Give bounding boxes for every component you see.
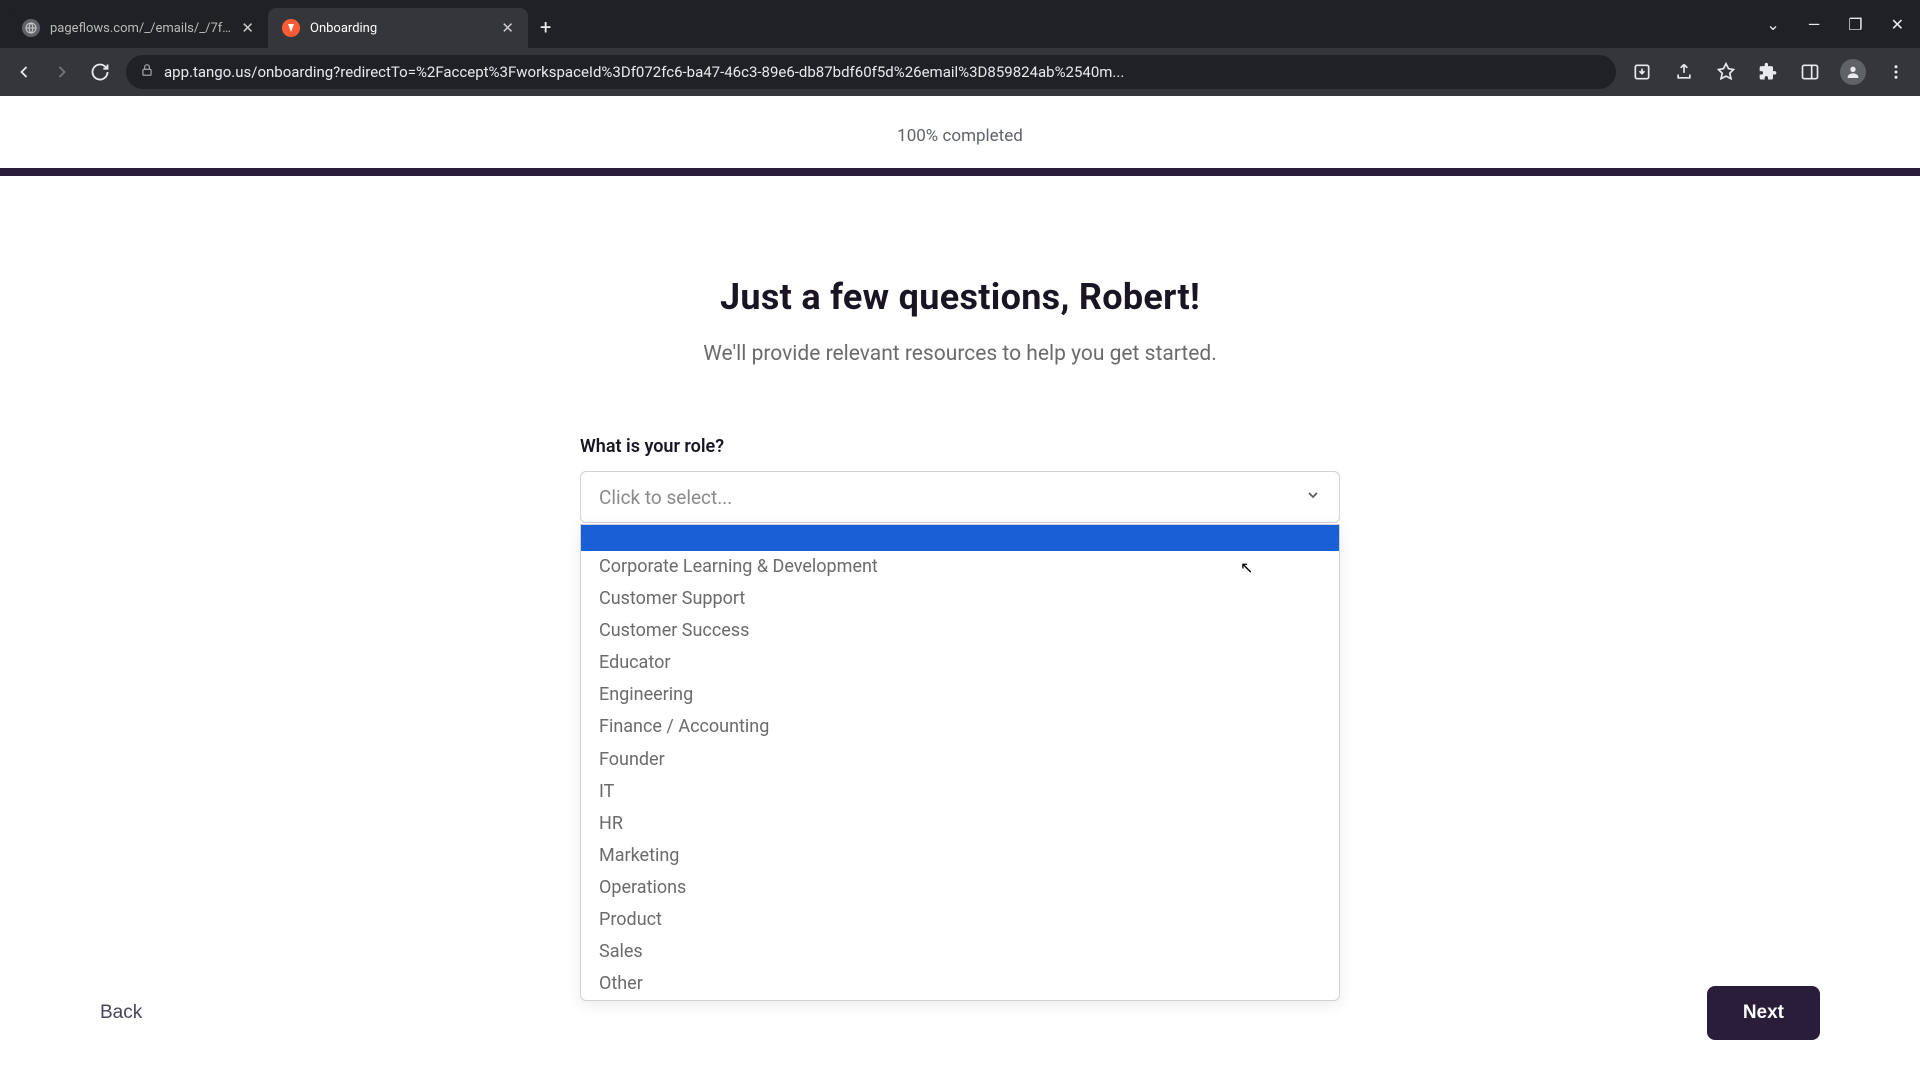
url-text: app.tango.us/onboarding?redirectTo=%2Fac… <box>164 63 1602 81</box>
tab-title: pageflows.com/_/emails/_/7fb5d <box>50 21 231 36</box>
browser-tab-strip: pageflows.com/_/emails/_/7fb5d ✕ Onboard… <box>0 0 1920 48</box>
role-option[interactable]: Founder <box>581 744 1339 776</box>
maximize-icon[interactable]: ❐ <box>1848 15 1862 34</box>
onboarding-content: Just a few questions, Robert! We'll prov… <box>580 176 1340 523</box>
page-heading: Just a few questions, Robert! <box>580 276 1340 318</box>
profile-avatar-icon[interactable] <box>1840 59 1866 85</box>
role-dropdown: Corporate Learning & DevelopmentCustomer… <box>580 524 1340 1001</box>
browser-toolbar: app.tango.us/onboarding?redirectTo=%2Fac… <box>0 48 1920 96</box>
role-option[interactable]: Marketing <box>581 840 1339 872</box>
role-select-wrap: Click to select... Corporate Learning & … <box>580 471 1340 523</box>
role-option[interactable]: Finance / Accounting <box>581 711 1339 743</box>
next-button[interactable]: Next <box>1707 986 1820 1040</box>
close-window-icon[interactable]: ✕ <box>1891 15 1904 34</box>
footer-nav: Back Next <box>0 986 1920 1040</box>
role-option[interactable]: Product <box>581 904 1339 936</box>
progress-bar <box>0 168 1920 176</box>
role-option[interactable]: Educator <box>581 647 1339 679</box>
back-icon[interactable] <box>12 60 36 84</box>
bookmark-star-icon[interactable] <box>1714 60 1738 84</box>
close-icon[interactable]: ✕ <box>241 19 254 37</box>
role-option[interactable]: Engineering <box>581 679 1339 711</box>
role-option[interactable]: Customer Support <box>581 583 1339 615</box>
extensions-icon[interactable] <box>1756 60 1780 84</box>
install-icon[interactable] <box>1630 60 1654 84</box>
role-option[interactable] <box>581 525 1339 551</box>
close-icon[interactable]: ✕ <box>501 19 514 37</box>
role-option[interactable]: Customer Success <box>581 615 1339 647</box>
page: 100% completed Just a few questions, Rob… <box>0 96 1920 1080</box>
tab-search-icon[interactable]: ⌄ <box>1766 15 1779 34</box>
forward-icon[interactable] <box>50 60 74 84</box>
chevron-down-icon <box>1305 487 1321 507</box>
minimize-icon[interactable]: — <box>1808 15 1821 34</box>
new-tab-button[interactable]: + <box>528 15 563 39</box>
role-select-placeholder: Click to select... <box>599 486 732 509</box>
role-option[interactable]: Sales <box>581 936 1339 968</box>
kebab-menu-icon[interactable] <box>1884 60 1908 84</box>
back-button[interactable]: Back <box>100 1002 142 1024</box>
role-field-label: What is your role? <box>580 436 1340 457</box>
tango-icon <box>282 19 300 37</box>
browser-tab-active[interactable]: Onboarding ✕ <box>268 8 528 48</box>
role-option[interactable]: Corporate Learning & Development <box>581 551 1339 583</box>
share-icon[interactable] <box>1672 60 1696 84</box>
globe-icon <box>22 19 40 37</box>
tab-title: Onboarding <box>310 21 491 36</box>
page-subheading: We'll provide relevant resources to help… <box>580 342 1340 366</box>
lock-icon <box>140 63 154 81</box>
window-controls: ⌄ — ❐ ✕ <box>1766 15 1904 34</box>
role-option[interactable]: IT <box>581 776 1339 808</box>
url-bar[interactable]: app.tango.us/onboarding?redirectTo=%2Fac… <box>126 55 1616 89</box>
browser-tab-inactive[interactable]: pageflows.com/_/emails/_/7fb5d ✕ <box>8 8 268 48</box>
role-select[interactable]: Click to select... <box>580 471 1340 523</box>
role-option[interactable]: Operations <box>581 872 1339 904</box>
progress-label: 100% completed <box>0 96 1920 168</box>
side-panel-icon[interactable] <box>1798 60 1822 84</box>
reload-icon[interactable] <box>88 60 112 84</box>
role-option[interactable]: HR <box>581 808 1339 840</box>
